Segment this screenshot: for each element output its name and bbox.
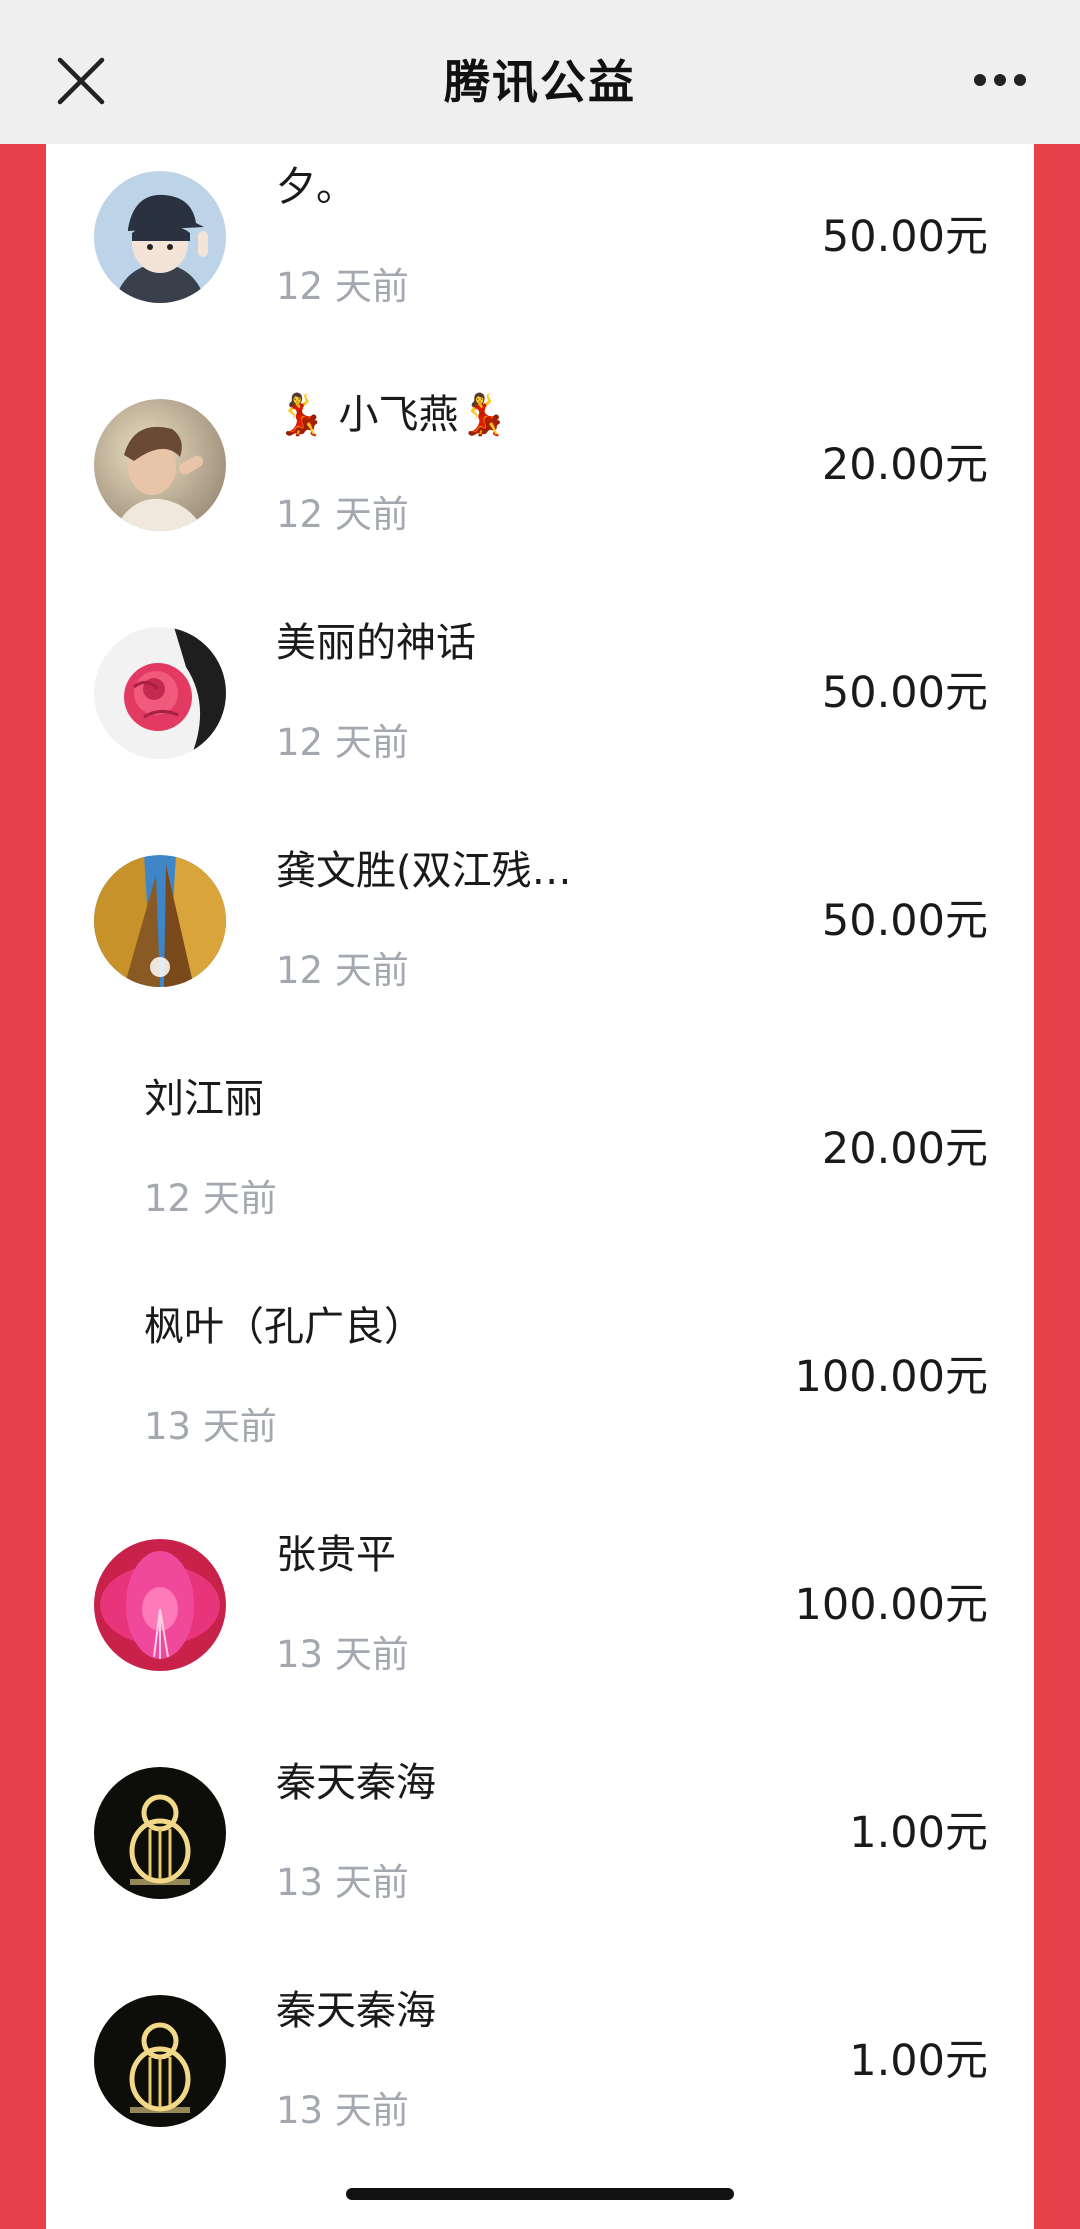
donation-row[interactable]: 💃 小飞燕💃 12 天前 20.00元 [46, 372, 1034, 600]
donation-row[interactable]: 秦天秦海 13 天前 1.00元 [46, 1968, 1034, 2196]
donor-name: 💃 小飞燕💃 [276, 392, 509, 438]
donor-name: 美丽的神话 [276, 620, 476, 666]
donor-name: 张贵平 [276, 1532, 396, 1578]
donation-row[interactable]: 秦天秦海 13 天前 1.00元 [46, 1740, 1034, 1968]
donation-amount: 50.00元 [821, 212, 988, 262]
avatar-cartoon-boy [94, 171, 226, 303]
donation-row[interactable]: 枫叶（孔广良） 13 天前 100.00元 [46, 1284, 1034, 1512]
donor-name: 刘江丽 [144, 1076, 264, 1122]
avatar-pink-flower [94, 1539, 226, 1671]
donor-name: 龚文胜(双江残… [276, 848, 572, 894]
donation-time: 12 天前 [276, 721, 409, 764]
donation-amount: 100.00元 [794, 1352, 988, 1402]
donation-amount: 50.00元 [821, 668, 988, 718]
top-bar: 腾讯公益 [0, 0, 1080, 144]
avatar-red-rose [94, 627, 226, 759]
page-title: 腾讯公益 [444, 55, 636, 109]
avatar-autumn-trees [94, 855, 226, 987]
avatar-light-gourd [94, 1995, 226, 2127]
donor-name: 秦天秦海 [276, 1760, 436, 1806]
donation-amount: 1.00元 [849, 2036, 988, 2086]
donation-time: 12 天前 [276, 493, 409, 536]
donation-time: 13 天前 [276, 1633, 409, 1676]
donation-row[interactable]: 张贵平 13 天前 100.00元 [46, 1512, 1034, 1740]
avatar-light-gourd [94, 1767, 226, 1899]
donation-list: 夕。 12 天前 50.00元 💃 小飞燕💃 12 天前 20.00元 美丽的神… [46, 144, 1034, 2229]
donation-row[interactable]: 夕。 12 天前 50.00元 [46, 144, 1034, 372]
donation-amount: 100.00元 [794, 1580, 988, 1630]
screen: 腾讯公益 夕。 12 天前 50.00元 💃 小飞燕💃 12 天前 20.00元… [0, 0, 1080, 2229]
donation-amount: 1.00元 [849, 1808, 988, 1858]
donation-time: 12 天前 [144, 1177, 277, 1220]
donation-time: 13 天前 [276, 2089, 409, 2132]
donor-name: 枫叶（孔广良） [144, 1304, 424, 1350]
avatar-woman-photo [94, 399, 226, 531]
donation-time: 13 天前 [276, 1861, 409, 1904]
donor-name: 秦天秦海 [276, 1988, 436, 2034]
donation-row[interactable]: 龚文胜(双江残… 12 天前 50.00元 [46, 828, 1034, 1056]
donation-amount: 20.00元 [821, 1124, 988, 1174]
home-indicator[interactable] [346, 2188, 734, 2200]
donation-time: 12 天前 [276, 949, 409, 992]
donor-name: 夕。 [276, 164, 356, 210]
donation-row[interactable]: 刘江丽 12 天前 20.00元 [46, 1056, 1034, 1284]
more-icon[interactable] [972, 68, 1028, 92]
donation-amount: 50.00元 [821, 896, 988, 946]
donation-time: 13 天前 [144, 1405, 277, 1448]
donation-amount: 20.00元 [821, 440, 988, 490]
donation-row[interactable]: 美丽的神话 12 天前 50.00元 [46, 600, 1034, 828]
donation-time: 12 天前 [276, 265, 409, 308]
